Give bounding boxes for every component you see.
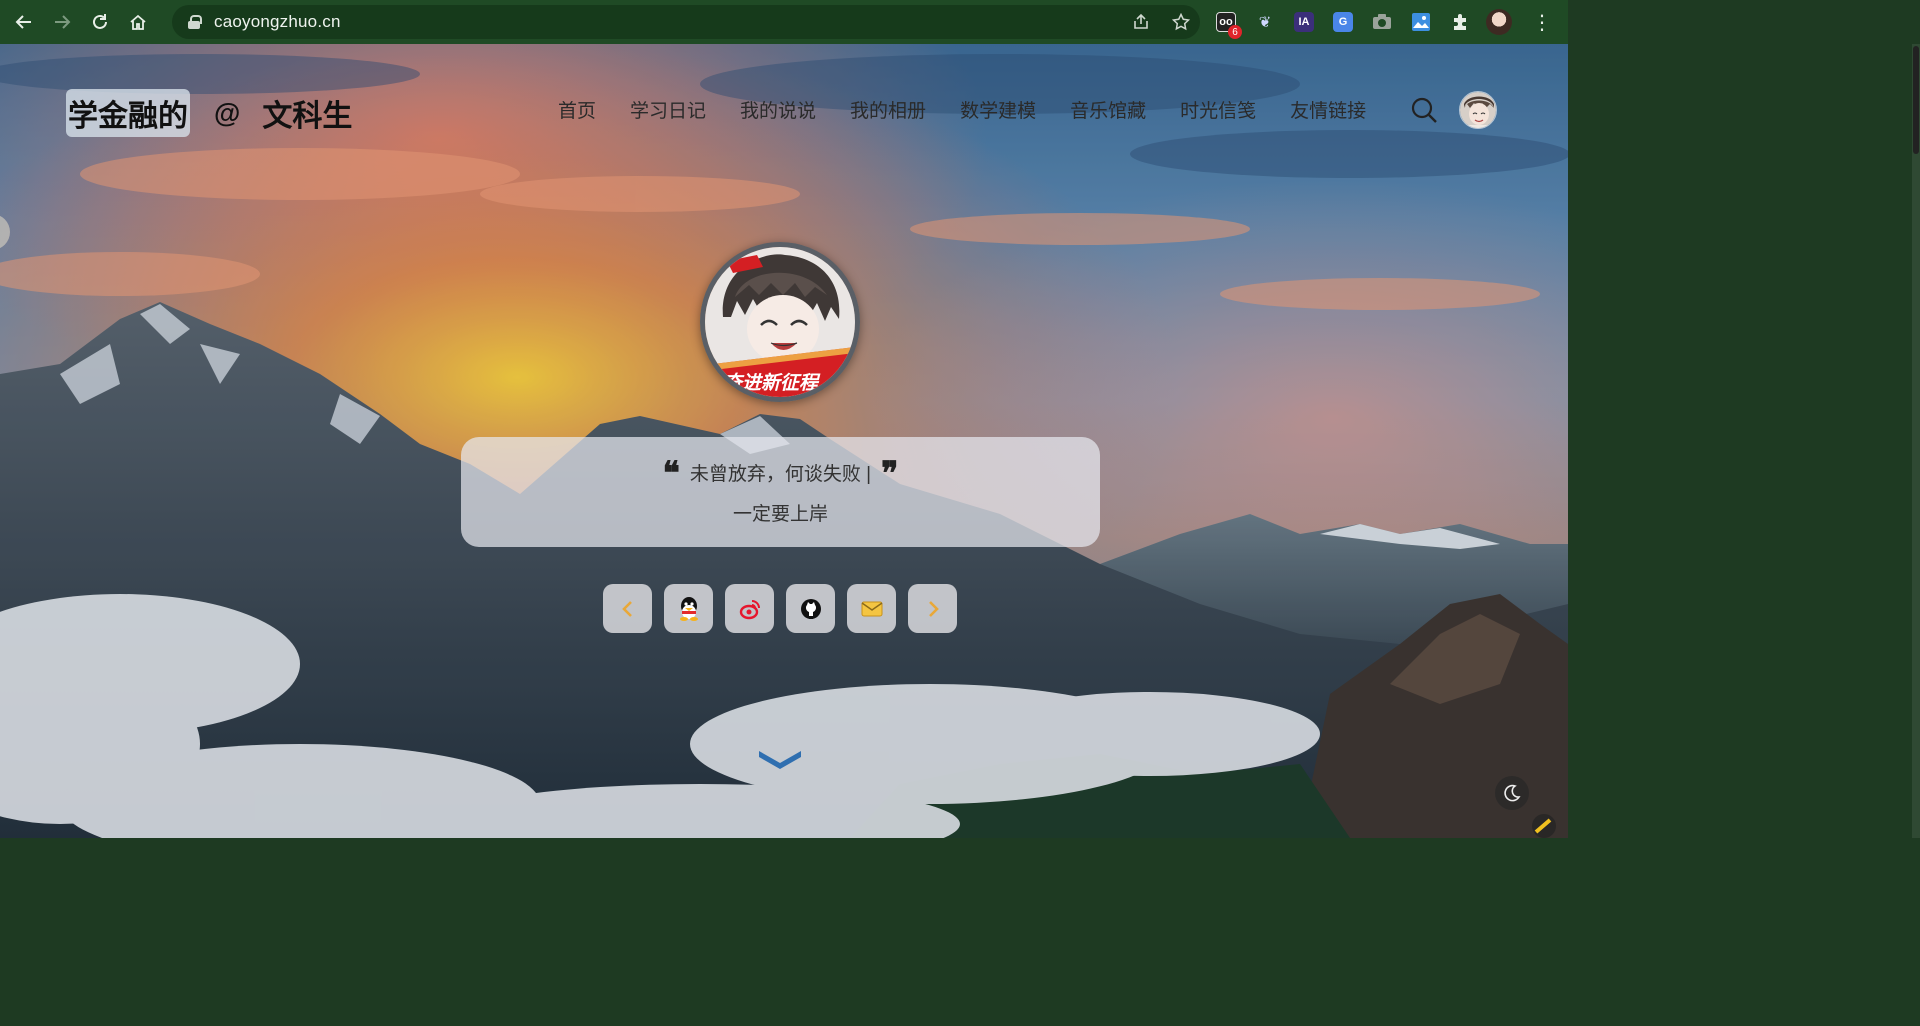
image-icon — [1412, 13, 1430, 31]
motto-card: ❝ 未曾放弃，何谈失败 | ❞ 一定要上岸 — [461, 437, 1100, 547]
site-title-at: @ — [214, 97, 241, 128]
main-nav: 首页 学习日记 我的说说 我的相册 数学建模 音乐馆藏 时光信笺 友情链接 — [558, 96, 1366, 123]
forward-button[interactable] — [48, 8, 76, 36]
motto-line: ❝ 未曾放弃，何谈失败 | ❞ — [461, 453, 1100, 492]
nav-item-music[interactable]: 音乐馆藏 — [1070, 96, 1146, 123]
scroll-down-icon[interactable] — [756, 747, 804, 769]
motto-subtitle: 一定要上岸 — [732, 504, 828, 525]
nav-item-moments[interactable]: 我的说说 — [740, 96, 816, 123]
extension-cat[interactable]: ❦ — [1251, 8, 1279, 36]
moon-icon — [1504, 784, 1521, 802]
bookmark-star-icon[interactable] — [1172, 13, 1190, 31]
share-icon[interactable] — [1132, 13, 1150, 31]
nav-item-album[interactable]: 我的相册 — [850, 96, 926, 123]
close-quote-icon: ❞ — [881, 453, 899, 492]
nav-item-friend-links[interactable]: 友情链接 — [1290, 96, 1366, 123]
open-quote-icon: ❝ — [662, 453, 680, 492]
nav-item-math-modeling[interactable]: 数学建模 — [960, 96, 1036, 123]
user-avatar[interactable] — [1459, 91, 1497, 129]
scrollbar-thumb[interactable] — [1913, 46, 1919, 154]
nav-item-study-diary[interactable]: 学习日记 — [630, 96, 706, 123]
nav-item-home[interactable]: 首页 — [558, 96, 596, 123]
weibo-icon — [739, 599, 760, 619]
ia-icon: IA — [1294, 12, 1314, 32]
extension-image[interactable] — [1407, 8, 1435, 36]
lock-icon[interactable] — [188, 15, 202, 29]
extension-badge: 6 — [1228, 25, 1242, 39]
browser-toolbar: caoyongzhuo.cn oo 6 ❦ IA G ⋮ — [0, 0, 1568, 44]
page-viewport: 学金融的 @ 文科生 首页 学习日记 我的说说 我的相册 数学建模 音乐馆藏 时… — [0, 44, 1568, 838]
extension-translate[interactable]: G — [1329, 8, 1357, 36]
avatar-illustration: 奋进新征程 — [705, 247, 855, 397]
back-button[interactable] — [10, 8, 38, 36]
site-title-highlight: 学金融的 — [66, 89, 190, 137]
github-icon — [800, 598, 821, 619]
chevron-right-icon — [928, 600, 939, 617]
extension-reader[interactable]: oo 6 — [1212, 8, 1242, 39]
address-bar[interactable]: caoyongzhuo.cn — [172, 5, 1200, 39]
url-text[interactable]: caoyongzhuo.cn — [214, 12, 341, 32]
nav-item-letters[interactable]: 时光信笺 — [1180, 96, 1256, 123]
back-arrow-icon — [15, 15, 31, 29]
qq-icon — [679, 596, 698, 621]
chevron-left-icon — [621, 600, 632, 617]
puzzle-icon — [1454, 14, 1466, 30]
search-icon[interactable] — [1410, 96, 1438, 124]
profile-avatar — [1486, 9, 1512, 35]
browser-menu-icon[interactable]: ⋮ — [1532, 10, 1552, 35]
cat-icon: ❦ — [1258, 14, 1272, 31]
translate-icon: G — [1333, 12, 1353, 32]
profile-button[interactable] — [1485, 8, 1513, 36]
social-links — [603, 584, 957, 633]
camera-icon — [1373, 14, 1391, 29]
github-button[interactable] — [786, 584, 835, 633]
dark-mode-toggle[interactable] — [1495, 776, 1529, 810]
mail-button[interactable] — [847, 584, 896, 633]
motto-text: 未曾放弃，何谈失败 | — [689, 464, 872, 485]
extensions-menu[interactable] — [1446, 8, 1474, 36]
extension-screenshot[interactable] — [1368, 8, 1396, 36]
reload-icon — [93, 14, 107, 29]
extensions-bar: oo 6 ❦ IA G ⋮ — [1212, 8, 1552, 39]
site-title-right: 文科生 — [262, 100, 353, 133]
page-scrollbar[interactable] — [1912, 44, 1920, 838]
extension-ia[interactable]: IA — [1290, 8, 1318, 36]
home-button[interactable] — [124, 8, 152, 36]
next-button[interactable] — [908, 584, 957, 633]
home-icon — [130, 14, 146, 30]
reload-button[interactable] — [86, 8, 114, 36]
corner-widget-icon[interactable] — [1522, 808, 1562, 838]
qq-button[interactable] — [664, 584, 713, 633]
profile-avatar-large[interactable]: 奋进新征程 — [700, 242, 860, 402]
site-title[interactable]: 学金融的 @ 文科生 — [66, 89, 352, 137]
forward-arrow-icon — [55, 15, 71, 29]
weibo-button[interactable] — [725, 584, 774, 633]
prev-button[interactable] — [603, 584, 652, 633]
mail-icon — [861, 601, 882, 616]
